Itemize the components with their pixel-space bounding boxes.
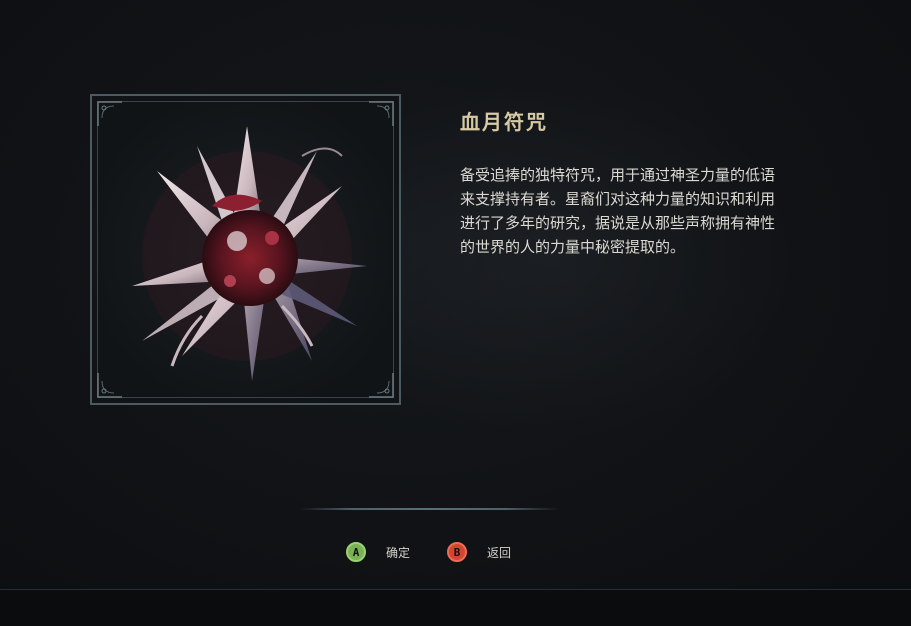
item-description: 备受追捧的独特符咒，用于通过神圣力量的低语 来支撑持有者。星裔们对这种力量的知识… bbox=[460, 163, 840, 259]
confirm-label: 确定 bbox=[386, 545, 411, 560]
item-description-line: 来支撑持有者。星裔们对这种力量的知识和利用 bbox=[460, 190, 776, 208]
back-label: 返回 bbox=[487, 545, 512, 560]
item-title: 血月符咒 bbox=[460, 110, 548, 134]
a-button-icon: A bbox=[346, 542, 366, 562]
item-image-frame bbox=[90, 94, 401, 405]
divider-line bbox=[300, 508, 558, 510]
bottom-bar bbox=[0, 589, 911, 626]
confirm-prompt[interactable]: A 确定 bbox=[346, 541, 410, 563]
item-inspect-screen: 血月符咒 备受追捧的独特符咒，用于通过神圣力量的低语 来支撑持有者。星裔们对这种… bbox=[0, 0, 911, 626]
back-prompt[interactable]: B 返回 bbox=[447, 541, 511, 563]
blood-moon-charm-icon bbox=[132, 126, 367, 381]
item-description-line: 进行了多年的研究，据说是从那些声称拥有神性 bbox=[460, 214, 776, 232]
b-button-icon: B bbox=[447, 542, 467, 562]
item-description-line: 备受追捧的独特符咒，用于通过神圣力量的低语 bbox=[460, 166, 776, 184]
item-description-line: 的世界的人的力量中秘密提取的。 bbox=[460, 238, 686, 256]
